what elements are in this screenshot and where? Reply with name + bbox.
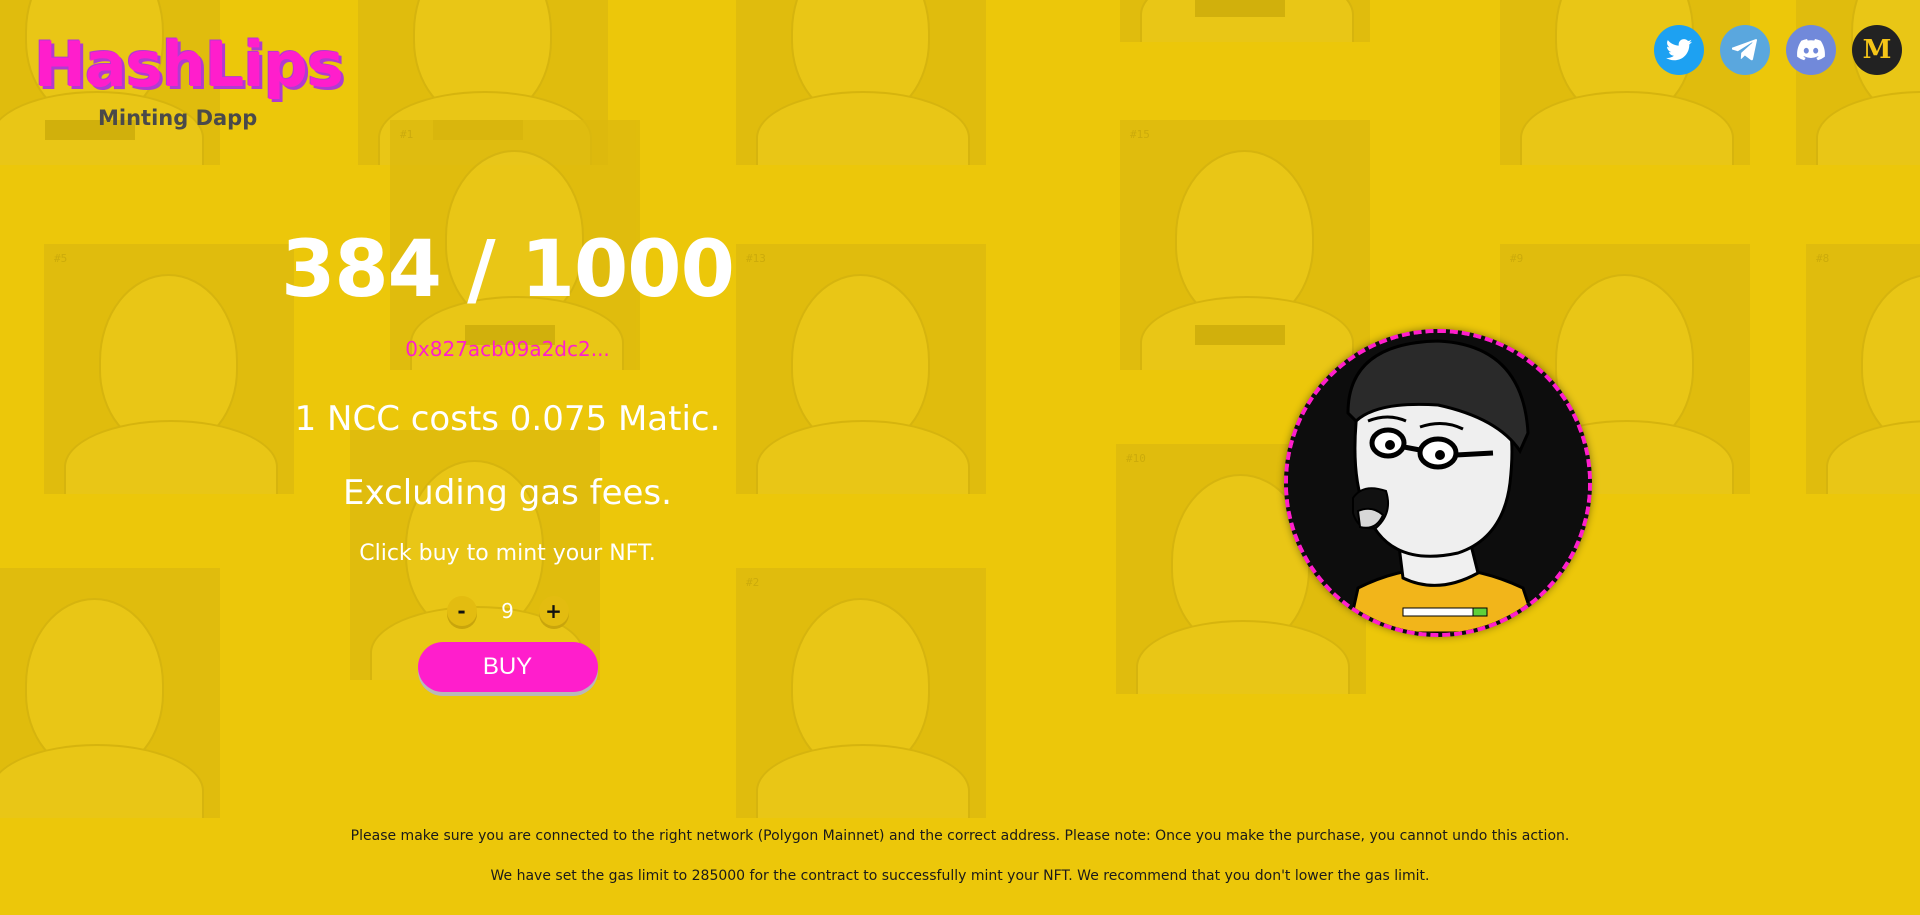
tile-number: #15 <box>1130 128 1150 141</box>
tile-number: #5 <box>54 252 68 265</box>
quantity-value: 9 <box>501 599 514 623</box>
quantity-stepper: - 9 + <box>270 596 745 626</box>
nft-preview-image <box>1284 329 1592 637</box>
tile-number: #13 <box>746 252 766 265</box>
mint-instruction: Click buy to mint your NFT. <box>359 541 656 566</box>
background-nft-tile <box>736 0 986 165</box>
discord-link[interactable] <box>1786 25 1836 75</box>
twitter-icon <box>1666 39 1692 61</box>
discord-icon <box>1797 39 1825 61</box>
buy-button[interactable]: BUY <box>417 642 598 692</box>
logo[interactable]: HashLips Minting Dapp <box>34 28 344 131</box>
background-nft-tile: #5 <box>44 244 294 494</box>
medium-link[interactable]: M <box>1852 25 1902 75</box>
social-links: M <box>1654 25 1902 75</box>
footer: Please make sure you are connected to th… <box>0 828 1920 908</box>
network-notice: Please make sure you are connected to th… <box>350 828 1570 844</box>
background-nft-tile: #15 <box>1120 120 1370 370</box>
gas-fees-text: Excluding gas fees. <box>343 473 672 513</box>
tile-number: #9 <box>1510 252 1524 265</box>
background-nft-tile: #8 <box>1806 244 1920 494</box>
contract-address-link[interactable]: 0x827acb09a2dc2... <box>270 337 745 361</box>
background-nft-tile: #13 <box>736 244 986 494</box>
logo-subtitle: Minting Dapp <box>98 106 258 130</box>
background-nft-tile: #2 <box>736 568 986 818</box>
tile-number: #2 <box>746 576 760 589</box>
tile-number: #8 <box>1816 252 1830 265</box>
background-nft-tile <box>0 568 220 818</box>
logo-title: HashLips <box>34 28 344 101</box>
gas-limit-notice: We have set the gas limit to 285000 for … <box>490 868 1430 884</box>
cost-text: 1 NCC costs 0.075 Matic. <box>294 399 721 439</box>
telegram-link[interactable] <box>1720 25 1770 75</box>
tile-number: #10 <box>1126 452 1146 465</box>
medium-icon: M <box>1862 35 1892 65</box>
tile-number: #1 <box>400 128 414 141</box>
increment-button[interactable]: + <box>538 596 569 626</box>
background-nft-tile <box>1120 0 1370 42</box>
decrement-button[interactable]: - <box>446 596 477 626</box>
supply-counter: 384 / 1000 <box>281 225 735 315</box>
mint-panel: 384 / 1000 0x827acb09a2dc2... 1 NCC cost… <box>270 225 745 692</box>
page: #1 #15 #5 #13 #9 #8 #10 #2 HashLips Mint… <box>0 0 1920 915</box>
telegram-icon <box>1732 39 1758 61</box>
twitter-link[interactable] <box>1654 25 1704 75</box>
nft-character-illustration <box>1288 333 1588 633</box>
